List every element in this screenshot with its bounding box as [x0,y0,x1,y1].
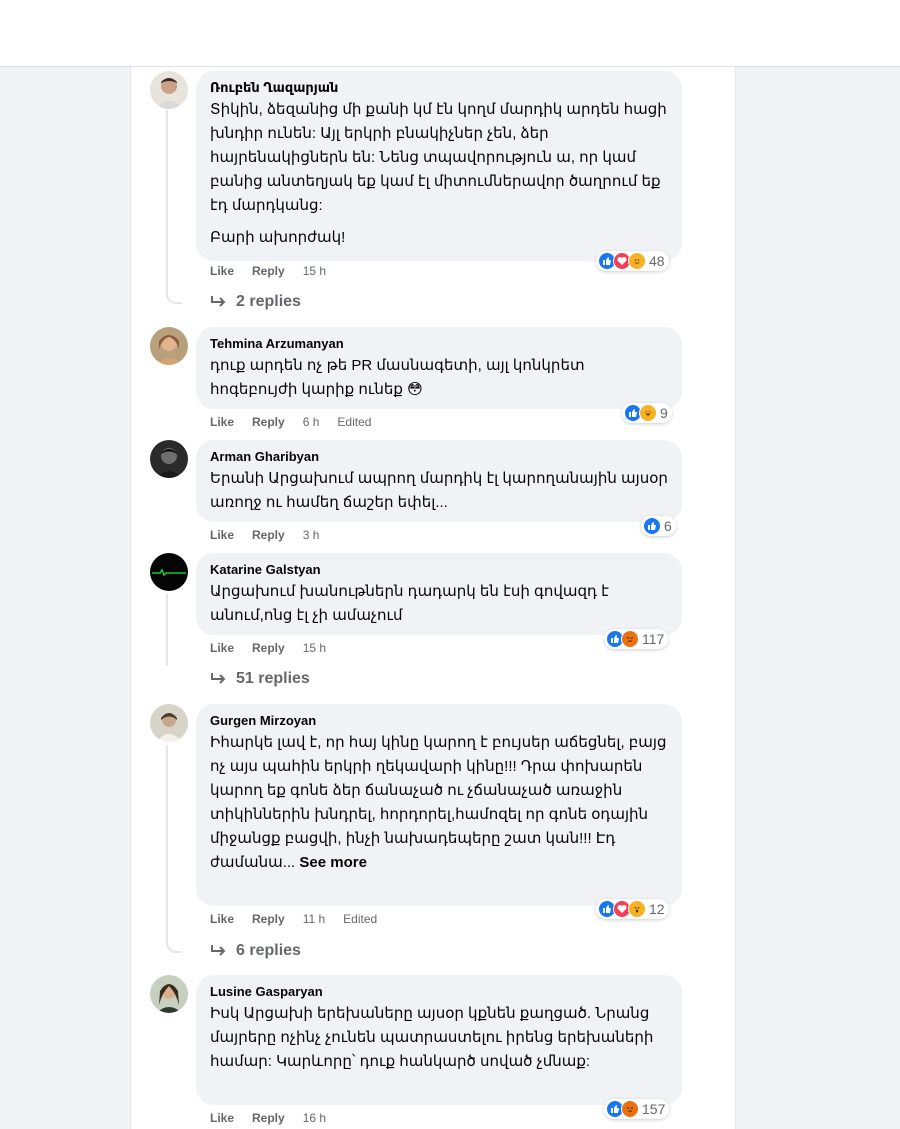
angry-reaction-icon [621,630,639,648]
avatar[interactable] [150,440,188,478]
comment-bubble: Arman Gharibyan Երանի Արցախում ապրող մար… [196,440,682,522]
angry-reaction-icon [621,1100,639,1118]
reaction-count: 48 [649,253,665,269]
like-reaction-icon [643,517,661,535]
like-button[interactable]: Like [210,1111,234,1125]
replies-count: 2 replies [236,293,301,310]
top-bar [0,0,900,67]
reply-button[interactable]: Reply [252,528,285,542]
comment-actions: Like Reply 15 h [210,641,344,655]
thread-line [166,745,182,953]
reply-button[interactable]: Reply [252,641,285,655]
view-replies-link[interactable]: 51 replies [210,670,310,688]
reaction-count: 157 [642,1101,666,1117]
view-replies-link[interactable]: 6 replies [210,942,301,960]
replies-count: 51 replies [236,670,310,687]
comment-bubble: Gurgen Mirzoyan Իհարկե լավ է, որ հայ կին… [196,704,682,906]
comment-bubble: Tehmina Arzumanyan դուք արդեն ոչ թե PR մ… [196,327,682,409]
comment-paragraph: Տիկին, ձեզանից մի քանի կմ էն կողմ մարդիկ… [210,101,667,214]
comment-author[interactable]: Ռուբեն Ղազարյան [210,79,668,96]
like-button[interactable]: Like [210,264,234,278]
comment-text: Արցախում խանութներն դադարկ են էսի գովազդ… [210,580,668,628]
see-more-link[interactable]: See more [299,854,367,871]
comment-author[interactable]: Arman Gharibyan [210,448,668,465]
reaction-summary[interactable]: 12 [596,899,669,919]
wow-reaction-icon [628,900,646,918]
like-button[interactable]: Like [210,641,234,655]
comment-text: Իսկ Արցախի երեխաները այսօր կքնեն քաղցած.… [210,1002,668,1074]
avatar[interactable] [150,553,188,591]
like-button[interactable]: Like [210,912,234,926]
reply-arrow-icon [211,296,226,307]
view-replies-link[interactable]: 2 replies [210,293,301,311]
reaction-summary[interactable]: 157 [604,1099,670,1119]
reply-arrow-icon [211,673,226,684]
avatar[interactable] [150,975,188,1013]
comment-bubble: Katarine Galstyan Արցախում խանութներն դա… [196,553,682,635]
comment-bubble: Lusine Gasparyan Իսկ Արցախի երեխաները այ… [196,975,682,1105]
comment-timestamp[interactable]: 3 h [303,528,320,542]
reaction-summary[interactable]: 6 [641,516,676,536]
comment-timestamp[interactable]: 15 h [303,641,326,655]
comment-paragraph: Իհարկե լավ է, որ հայ կինը կարող է բույսե… [210,731,668,875]
replies-count: 6 replies [236,942,301,959]
thread-line [166,110,182,304]
care-reaction-icon [628,252,646,270]
comment-author[interactable]: Katarine Galstyan [210,561,668,578]
comment-timestamp[interactable]: 16 h [303,1111,326,1125]
edited-label: Edited [337,415,372,429]
comment-paragraph: Իսկ Արցախի երեխաները այսօր կքնեն քաղցած.… [210,1005,654,1070]
comment-text: Տիկին, ձեզանից մի քանի կմ էն կողմ մարդիկ… [210,98,668,250]
comment-timestamp[interactable]: 6 h [303,415,320,429]
reply-button[interactable]: Reply [252,912,285,926]
reaction-summary[interactable]: 9 [622,403,672,423]
comment-paragraph: դուք արդեն ոչ թե PR մասնագետի, այլ կոնկր… [210,357,585,398]
haha-reaction-icon [639,404,657,422]
comment-actions: Like Reply 16 h [210,1111,344,1125]
comment-bubble: Ռուբեն Ղազարյան Տիկին, ձեզանից մի քանի կ… [196,71,682,261]
edited-label: Edited [343,912,378,926]
reaction-count: 9 [660,405,668,421]
like-button[interactable]: Like [210,528,234,542]
avatar[interactable] [150,71,188,109]
reaction-summary[interactable]: 117 [604,629,669,649]
comment-paragraph: Արցախում խանութներն դադարկ են էսի գովազդ… [210,583,609,624]
comment-actions: Like Reply 6 h Edited [210,415,389,429]
reply-arrow-icon [211,945,226,956]
comment-timestamp[interactable]: 11 h [303,912,325,926]
comment-author[interactable]: Lusine Gasparyan [210,983,668,1000]
comment-timestamp[interactable]: 15 h [303,264,326,278]
comment-actions: Like Reply 3 h [210,528,337,542]
avatar[interactable] [150,704,188,742]
comment-paragraph: Երանի Արցախում ապրող մարդիկ էլ կարողանայ… [210,470,668,511]
reaction-summary[interactable]: 48 [596,251,669,271]
comment-author[interactable]: Gurgen Mirzoyan [210,712,668,729]
avatar[interactable] [150,327,188,365]
comment-text: Իհարկե լավ է, որ հայ կինը կարող է բույսե… [210,731,668,875]
comment-text: դուք արդեն ոչ թե PR մասնագետի, այլ կոնկր… [210,354,668,402]
comment-paragraph: Բարի ախորժակ! [210,229,346,246]
reply-button[interactable]: Reply [252,1111,285,1125]
like-button[interactable]: Like [210,415,234,429]
comment-actions: Like Reply 11 h Edited [210,912,395,926]
reply-button[interactable]: Reply [252,415,285,429]
reaction-count: 12 [649,901,665,917]
reply-button[interactable]: Reply [252,264,285,278]
comment-author[interactable]: Tehmina Arzumanyan [210,335,668,352]
reaction-count: 6 [664,518,672,534]
reaction-count: 117 [642,631,665,647]
comment-text: Երանի Արցախում ապրող մարդիկ էլ կարողանայ… [210,467,668,515]
comment-paragraph-text: Իհարկե լավ է, որ հայ կինը կարող է բույսե… [210,734,667,871]
thread-line [166,594,168,666]
comment-actions: Like Reply 15 h [210,264,344,278]
